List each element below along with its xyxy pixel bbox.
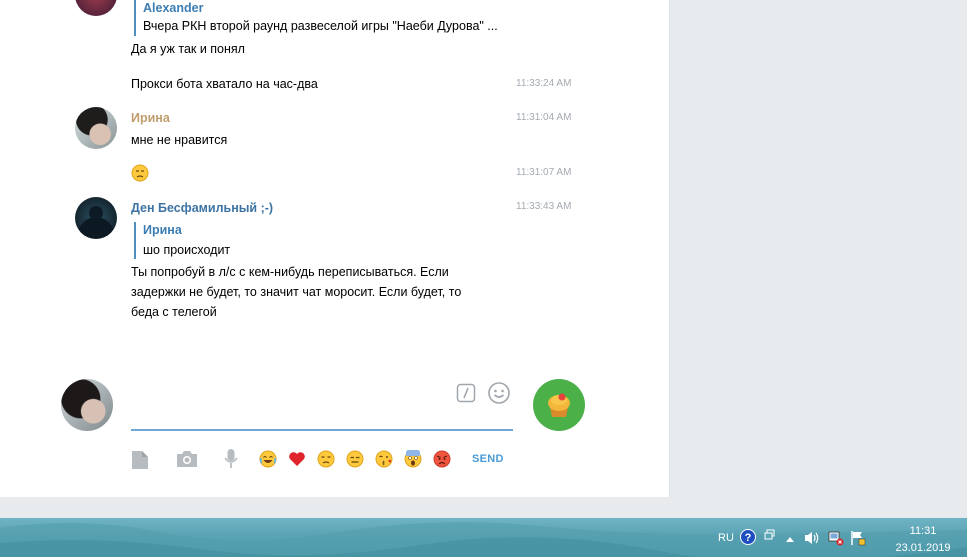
message-text: Да я уж так и понял: [131, 42, 245, 56]
restore-window-tray-button[interactable]: [764, 528, 776, 546]
message-time: 11:33:24 AM: [516, 78, 572, 89]
attach-photo-button[interactable]: [176, 450, 198, 473]
message-text-line: Ты попробуй в л/с с кем-нибудь переписыв…: [131, 265, 449, 279]
help-icon: ?: [740, 529, 756, 545]
flag-warning-icon: [851, 531, 866, 546]
my-avatar[interactable]: [61, 379, 113, 431]
emoji-expressionless-button[interactable]: [346, 450, 364, 473]
chat-background: [671, 0, 967, 518]
input-underline: [131, 429, 513, 431]
emoji-heart-button[interactable]: [288, 450, 306, 473]
chat-panel: Alexander Вчера РКН второй раунд развесе…: [0, 0, 670, 497]
send-button[interactable]: SEND: [472, 451, 504, 467]
joy-face-icon: [259, 450, 277, 468]
message-time: 11:31:04 AM: [516, 112, 572, 123]
avatar-den[interactable]: [75, 197, 117, 239]
sender-name-den[interactable]: Ден Бесфамильный ;-): [131, 200, 273, 216]
volume-tray-button[interactable]: [804, 530, 820, 551]
network-tray-button[interactable]: [828, 530, 844, 551]
emoji-scream-button[interactable]: [404, 447, 422, 473]
language-indicator[interactable]: RU: [718, 531, 734, 545]
attach-file-button[interactable]: [131, 450, 149, 475]
reply-sender-name[interactable]: Alexander: [143, 0, 203, 16]
reply-sender-name[interactable]: Ирина: [143, 222, 182, 238]
show-hidden-icons-button[interactable]: [785, 532, 795, 550]
panel-bottom-margin: [0, 497, 671, 518]
emoji-picker-button[interactable]: [487, 381, 511, 410]
message-text: мне не нравится: [131, 133, 228, 147]
speaker-icon: [805, 532, 819, 544]
slash-command-icon: [456, 383, 476, 403]
message-time: 11:33:43 AM: [516, 201, 572, 212]
unamused-emoji-message: [131, 164, 149, 182]
help-tray-button[interactable]: ?: [740, 529, 756, 550]
avatar-alexander-thread[interactable]: [75, 0, 117, 16]
window-restore-icon: [764, 529, 775, 540]
expressionless-face-icon: [346, 450, 364, 468]
reply-preview-text[interactable]: Вчера РКН второй раунд развеселой игры "…: [143, 18, 498, 34]
message-input[interactable]: [131, 388, 441, 426]
kiss-face-icon: [375, 450, 393, 468]
message-text: Прокси бота хватало на час-два: [131, 77, 318, 91]
reply-quote-bar: [134, 0, 136, 36]
angry-face-icon: [433, 450, 451, 468]
smile-icon: [488, 382, 510, 404]
message-time: 11:31:07 AM: [516, 167, 572, 178]
unamused-face-icon: [317, 450, 335, 468]
microphone-icon: [224, 449, 238, 468]
reply-quote-bar: [134, 222, 136, 259]
voice-record-button[interactable]: [223, 448, 239, 475]
unamused-face-icon: [131, 164, 149, 182]
emoji-joy-button[interactable]: [259, 450, 277, 473]
network-disconnected-icon: [828, 531, 844, 546]
emoji-kiss-button[interactable]: [375, 450, 393, 473]
muffin-sticker-icon: [548, 393, 570, 417]
message-text-line: беда с телегой: [131, 305, 217, 319]
svg-text:?: ?: [745, 532, 752, 544]
bot-command-button[interactable]: [456, 383, 476, 408]
chevron-up-icon: [786, 537, 794, 542]
system-tray: RU ? 11:31 23.01.2019: [707, 518, 967, 557]
emoji-unamused-button[interactable]: [317, 450, 335, 473]
emoji-angry-button[interactable]: [433, 450, 451, 473]
scream-face-icon: [404, 447, 422, 468]
camera-icon: [177, 451, 197, 467]
clock-date[interactable]: 23.01.2019: [893, 541, 953, 555]
windows-taskbar: RU ? 11:31 23.01.2019: [0, 518, 967, 557]
sender-name-irina[interactable]: Ирина: [131, 110, 170, 126]
action-center-tray-button[interactable]: [850, 530, 866, 551]
reply-preview-text[interactable]: шо происходит: [143, 242, 230, 258]
heart-icon: [289, 452, 305, 466]
clock-time[interactable]: 11:31: [893, 524, 953, 538]
message-text-line: задержки не будет, то значит чат моросит…: [131, 285, 462, 299]
avatar-irina[interactable]: [75, 107, 117, 149]
file-icon: [132, 451, 148, 469]
sticker-send-button[interactable]: [533, 379, 585, 431]
